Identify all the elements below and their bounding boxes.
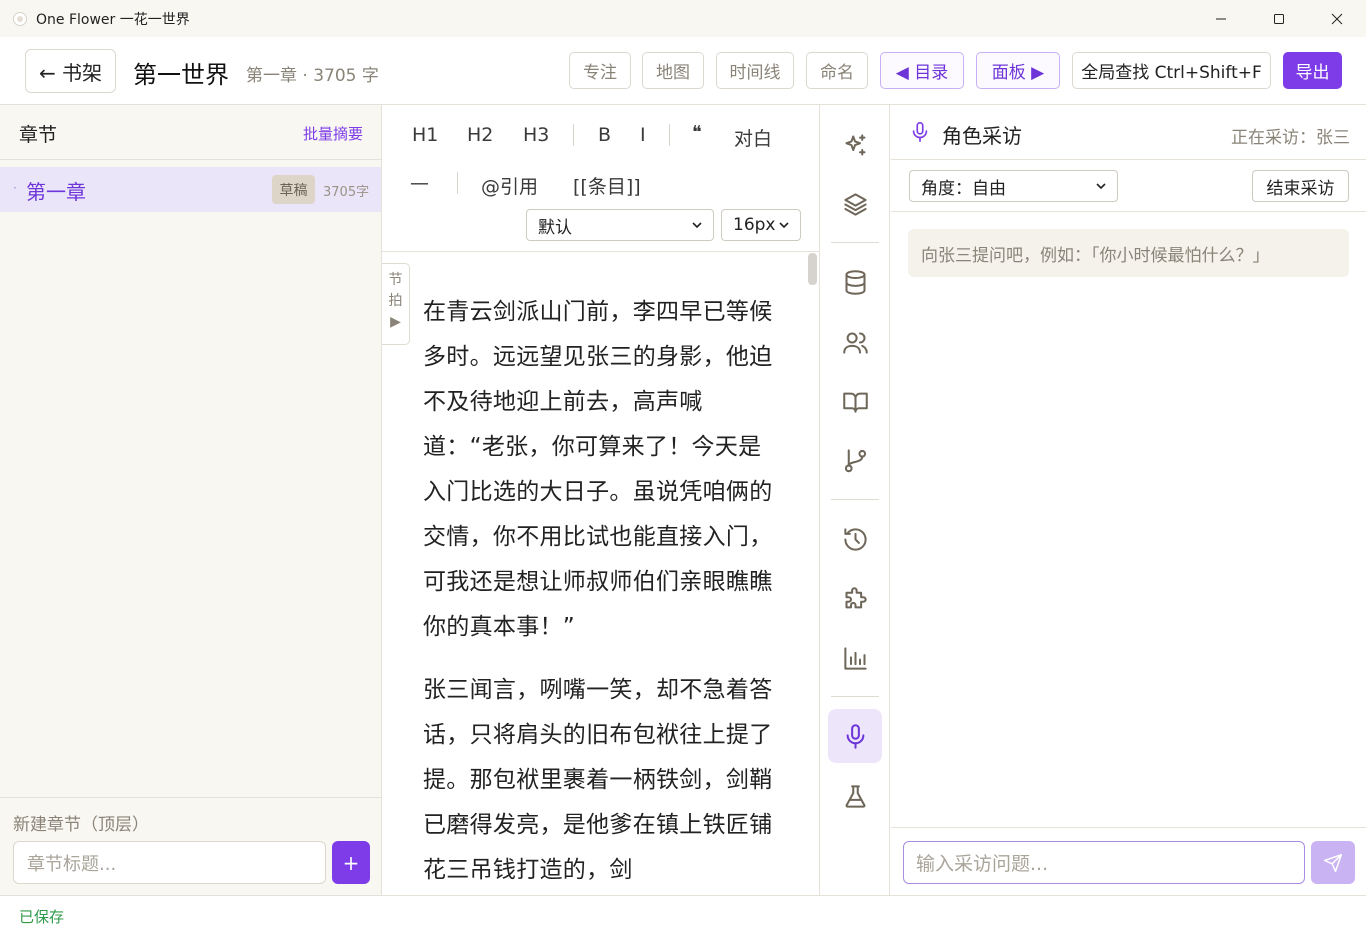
entry-link-button[interactable]: [[条目]] xyxy=(573,172,641,199)
sidebar-title: 章节 xyxy=(19,124,58,146)
new-chapter-label: 新建章节（顶层） xyxy=(13,815,149,835)
toolbar-divider xyxy=(573,124,574,146)
interview-panel: 角色采访 正在采访：张三 角度：自由 结束采访 向张三提问吧，例如：「你小时候最… xyxy=(891,105,1366,895)
font-size-value: 16px xyxy=(733,215,776,235)
font-family-select[interactable]: 默认 xyxy=(526,209,714,241)
git-branch-icon[interactable] xyxy=(828,433,882,487)
interview-controls: 角度：自由 结束采访 xyxy=(891,161,1366,212)
flask-icon[interactable] xyxy=(828,769,882,823)
interview-status: 正在采访：张三 xyxy=(1231,128,1350,148)
book-open-icon[interactable] xyxy=(828,374,882,428)
paragraph: 张三闻言，咧嘴一笑，却不急着答话，只将肩头的旧布包袱往上提了提。那包袱里裹着一柄… xyxy=(423,677,773,883)
editor-pane: H1 H2 H3 B I ❝ 对白 — @引用 [[条目]] 默认 16px 节… xyxy=(382,105,820,895)
save-status: 已保存 xyxy=(19,908,65,926)
database-icon[interactable] xyxy=(828,255,882,309)
batch-summary-link[interactable]: 批量摘要 xyxy=(303,123,363,144)
font-family-value: 默认 xyxy=(538,217,572,238)
world-title: 第一世界 xyxy=(133,61,229,89)
mic-icon xyxy=(912,122,928,142)
interview-hint: 向张三提问吧，例如：「你小时候最怕什么？」 xyxy=(908,229,1349,277)
dialogue-button[interactable]: 对白 xyxy=(734,124,772,151)
quote-icon[interactable]: ❝ xyxy=(692,122,702,143)
app-header: ← 书架 第一世界 第一章 · 3705 字 专注 地图 时间线 命名 ◀ 目录… xyxy=(0,37,1366,105)
end-interview-button[interactable]: 结束采访 xyxy=(1252,170,1349,202)
editor-scrollbar[interactable] xyxy=(808,253,817,285)
close-icon[interactable] xyxy=(1308,0,1366,37)
puzzle-icon[interactable] xyxy=(828,572,882,626)
chevron-down-icon xyxy=(1096,183,1106,190)
editor-toolbar: H1 H2 H3 B I ❝ 对白 — @引用 [[条目]] 默认 16px xyxy=(382,105,819,252)
horizontal-rule-button[interactable]: — xyxy=(410,172,429,194)
sparkles-icon[interactable] xyxy=(828,118,882,172)
h3-button[interactable]: H3 xyxy=(523,124,549,146)
export-button[interactable]: 导出 xyxy=(1283,52,1342,89)
status-bar: 已保存 xyxy=(0,895,1366,931)
chevron-down-icon xyxy=(779,222,789,229)
beat-tab[interactable]: 节 拍 ▶ xyxy=(382,263,410,345)
history-icon[interactable] xyxy=(828,512,882,566)
toolbar-divider xyxy=(669,124,670,146)
focus-button[interactable]: 专注 xyxy=(569,52,631,89)
status-badge: 草稿 xyxy=(272,175,315,204)
word-count: 3705字 xyxy=(323,185,370,200)
angle-value: 角度：自由 xyxy=(921,178,1006,199)
tree-dot: · xyxy=(13,181,17,195)
cite-button[interactable]: @引用 xyxy=(481,172,538,199)
rail-divider xyxy=(831,499,879,500)
tool-rail xyxy=(820,105,890,895)
panel-toggle-button[interactable]: 面板 ▶ xyxy=(976,52,1060,89)
global-search-button[interactable]: 全局查找 Ctrl+Shift+F xyxy=(1072,52,1271,89)
send-icon xyxy=(1323,853,1343,872)
beat-tab-arrow: ▶ xyxy=(390,314,401,330)
minimize-icon[interactable] xyxy=(1192,0,1250,37)
panel-title: 角色采访 xyxy=(942,124,1022,148)
panel-header: 角色采访 正在采访：张三 xyxy=(891,105,1366,160)
add-chapter-button[interactable]: + xyxy=(332,841,370,884)
angle-select[interactable]: 角度：自由 xyxy=(909,170,1118,202)
window-controls xyxy=(1192,0,1366,37)
italic-button[interactable]: I xyxy=(640,124,646,146)
editor-content[interactable]: 在青云剑派山门前，李四早已等候多时。远远望见张三的身影，他迫不及待地迎上前去，高… xyxy=(423,290,773,911)
mic-icon[interactable] xyxy=(828,709,882,763)
rail-divider xyxy=(831,242,879,243)
title-bar: One Flower 一花一世界 xyxy=(0,0,1366,37)
beat-tab-char: 节 xyxy=(388,272,403,288)
back-to-shelf-button[interactable]: ← 书架 xyxy=(25,49,116,93)
toc-toggle-button[interactable]: ◀ 目录 xyxy=(880,52,964,89)
h1-button[interactable]: H1 xyxy=(412,124,438,146)
chapter-meta: 第一章 · 3705 字 xyxy=(246,66,379,86)
new-chapter-section: 新建章节（顶层） 章节标题... + xyxy=(0,797,381,895)
chapter-title-input[interactable]: 章节标题... xyxy=(13,841,326,884)
h2-button[interactable]: H2 xyxy=(467,124,493,146)
layers-icon[interactable] xyxy=(828,177,882,231)
font-size-select[interactable]: 16px xyxy=(721,209,801,241)
rail-divider xyxy=(831,696,879,697)
window-title: One Flower 一花一世界 xyxy=(36,11,190,28)
users-icon[interactable] xyxy=(828,315,882,369)
interview-question-input[interactable]: 输入采访问题... xyxy=(903,841,1305,884)
map-button[interactable]: 地图 xyxy=(642,52,704,89)
naming-button[interactable]: 命名 xyxy=(806,52,868,89)
chapter-sidebar: 章节 批量摘要 · 第一章 草稿 3705字 新建章节（顶层） 章节标题... … xyxy=(0,105,382,895)
maximize-icon[interactable] xyxy=(1250,0,1308,37)
interview-input-area: 输入采访问题... xyxy=(891,827,1366,895)
sidebar-header: 章节 批量摘要 xyxy=(0,105,381,160)
send-button[interactable] xyxy=(1311,841,1355,884)
bold-button[interactable]: B xyxy=(598,124,611,146)
bar-chart-icon[interactable] xyxy=(828,631,882,685)
chapter-name: 第一章 xyxy=(26,180,86,204)
toolbar-divider xyxy=(457,172,458,194)
beat-tab-char: 拍 xyxy=(388,293,403,309)
timeline-button[interactable]: 时间线 xyxy=(716,52,794,89)
app-logo-icon xyxy=(13,11,27,26)
chevron-down-icon xyxy=(692,222,702,229)
paragraph: 在青云剑派山门前，李四早已等候多时。远远望见张三的身影，他迫不及待地迎上前去，高… xyxy=(423,299,773,640)
chapter-list-item[interactable]: · 第一章 草稿 3705字 xyxy=(0,167,381,212)
